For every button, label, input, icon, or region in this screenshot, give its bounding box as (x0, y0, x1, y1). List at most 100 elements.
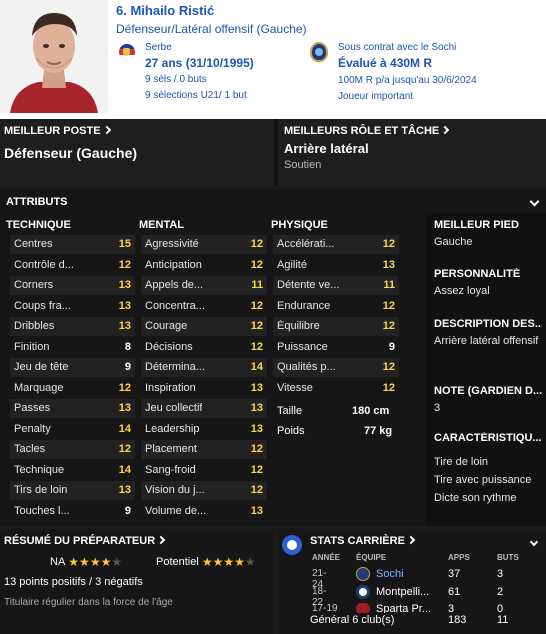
attribute-row[interactable]: Finition 8 (10, 338, 135, 357)
attribute-value: 12 (118, 443, 131, 455)
attribute-row[interactable]: Marquage 12 (10, 379, 135, 398)
attribute-row[interactable]: Jeu de tête 9 (10, 358, 135, 377)
attribute-row[interactable]: Sang-froid 12 (141, 461, 267, 480)
sochi-club-badge-icon[interactable] (310, 42, 328, 62)
attribute-row[interactable]: Vision du j... 12 (141, 481, 267, 500)
header-apps: APPS (448, 553, 470, 562)
best-position-label[interactable]: MEILLEUR POSTE (4, 125, 111, 137)
attribute-row[interactable]: Tacles 12 (10, 440, 135, 459)
best-role-label[interactable]: MEILLEURS RÔLE ET TÂCHE (284, 125, 450, 137)
career-stats-panel[interactable]: STATS CARRIÈRE ANNÉE ÉQUIPE APPS BUTS 21… (278, 529, 546, 634)
career-stats-title[interactable]: STATS CARRIÈRE (310, 535, 416, 547)
attribute-value: 15 (118, 238, 131, 250)
header-goals: BUTS (497, 553, 519, 562)
attribute-name: Anticipation (145, 258, 202, 271)
attribute-value: 8 (124, 340, 131, 353)
nationality[interactable]: Serbe (145, 42, 172, 53)
contract[interactable]: Sous contrat avec le Sochi (338, 42, 456, 53)
career-row[interactable]: 17-19 Sparta Pr... 3 0 (278, 603, 546, 613)
attribute-row[interactable]: Courage 12 (141, 317, 267, 336)
attribute-row[interactable]: Volume de... 13 (141, 502, 267, 521)
attribute-row[interactable]: Concentra... 12 (141, 297, 267, 316)
best-role-value: Arrière latéral (284, 141, 369, 156)
player-description: DESCRIPTION DES... Arrière latéral offen… (434, 318, 542, 347)
attribute-row[interactable]: Détermina... 14 (141, 358, 267, 377)
attribute-row[interactable]: Passes 13 (10, 399, 135, 418)
attribute-name: Courage (145, 320, 188, 332)
attribute-row[interactable]: Accélérati... 12 (273, 235, 399, 254)
attribute-row[interactable]: Agressivité 12 (141, 235, 267, 254)
best-position-value: Défenseur (Gauche) (4, 145, 138, 161)
attribute-value: 12 (382, 361, 395, 373)
height-value: 180 cm (352, 405, 390, 417)
attribute-row[interactable]: Puissance 9 (273, 338, 399, 357)
best-role-panel[interactable]: MEILLEURS RÔLE ET TÂCHE Arrière latéral … (278, 119, 546, 186)
attribute-row[interactable]: Décisions 12 (141, 338, 267, 357)
attribute-row[interactable]: Leadership 13 (141, 420, 267, 439)
attribute-value: 12 (250, 484, 263, 496)
attribute-value: 13 (382, 258, 395, 271)
attribute-row[interactable]: Placement 12 (141, 440, 267, 459)
attribute-name: Volume de... (145, 504, 207, 517)
attribute-row[interactable]: Touches l... 9 (10, 502, 135, 521)
attribute-name: Touches l... (14, 504, 70, 517)
attribute-row[interactable]: Équilibre 12 (273, 317, 399, 336)
weight-label: Poids (277, 425, 305, 437)
trait-item: Dicte son rythme (434, 492, 517, 504)
collapse-chevron-icon[interactable] (529, 196, 540, 207)
attribute-row[interactable]: Qualités p... 12 (273, 358, 399, 377)
star-icon: ★ (212, 555, 224, 569)
star-icon: ★ (79, 555, 90, 569)
coach-report-panel[interactable]: RÉSUMÉ DU PRÉPARATEUR NA ★★★★★ Potentiel ★… (0, 529, 274, 634)
attribute-value: 13 (118, 484, 131, 496)
attribute-value: 14 (118, 422, 131, 435)
attribute-row[interactable]: Jeu collectif 13 (141, 399, 267, 418)
best-position-panel[interactable]: MEILLEUR POSTE Défenseur (Gauche) (0, 119, 274, 186)
collapse-chevron-icon[interactable] (529, 537, 539, 547)
attribute-row[interactable]: Anticipation 12 (141, 256, 267, 275)
star-icon: ★ (100, 555, 112, 569)
attribute-name: Agressivité (145, 238, 199, 250)
attribute-row[interactable]: Agilité 13 (273, 256, 399, 275)
attribute-row[interactable]: Technique 14 (10, 461, 135, 480)
technical-title: TECHNIQUE (6, 219, 71, 231)
player-photo (0, 0, 108, 113)
attribute-row[interactable]: Endurance 12 (273, 297, 399, 316)
attribute-name: Passes (14, 402, 51, 414)
attribute-name: Jeu de tête (14, 361, 69, 373)
wage: 100M R p/a jusqu'au 30/6/2024 (338, 75, 477, 86)
attribute-row[interactable]: Dribbles 13 (10, 317, 135, 336)
attribute-row[interactable]: Vitesse 12 (273, 379, 399, 398)
attribute-row[interactable]: Contrôle d... 12 (10, 256, 135, 275)
star-icon: ★ (89, 555, 101, 569)
attribute-name: Détente ve... (277, 279, 340, 291)
trait-item: Tire avec puissance (434, 474, 532, 486)
attribute-row[interactable]: Centres 15 (10, 235, 135, 254)
attribute-name: Corners (14, 279, 54, 291)
attribute-row[interactable]: Détente ve... 11 (273, 276, 399, 295)
attribute-row[interactable]: Coups fra... 13 (10, 297, 135, 316)
player-traits: CARACTÉRISTIQU... Tire de loin Tire avec… (434, 432, 542, 507)
sparta-badge-icon (356, 603, 370, 613)
attribute-name: Placement (145, 443, 197, 455)
attribute-row[interactable]: Inspiration 13 (141, 379, 267, 398)
montpellier-badge-icon (356, 585, 370, 599)
attribute-name: Finition (14, 340, 50, 353)
star-icon: ★ (234, 555, 245, 569)
chevron-right-icon (102, 125, 111, 135)
attribute-name: Agilité (277, 258, 307, 271)
attribute-name: Puissance (277, 340, 328, 353)
attribute-row[interactable]: Corners 13 (10, 276, 135, 295)
football-icon (282, 535, 302, 555)
attribute-value: 11 (251, 279, 263, 291)
attribute-value: 13 (250, 422, 263, 435)
coach-report-title[interactable]: RÉSUMÉ DU PRÉPARATEUR (4, 535, 166, 547)
attribute-row[interactable]: Tirs de loin 13 (10, 481, 135, 500)
star-icon: ★ (111, 555, 123, 569)
attribute-row[interactable]: Appels de... 11 (141, 276, 267, 295)
report-points: 13 points positifs / 3 négatifs (4, 576, 143, 588)
attribute-value: 12 (118, 258, 131, 271)
attribute-row[interactable]: Penalty 14 (10, 420, 135, 439)
attribute-name: Décisions (145, 340, 193, 353)
squad-role: Joueur important (338, 91, 414, 102)
